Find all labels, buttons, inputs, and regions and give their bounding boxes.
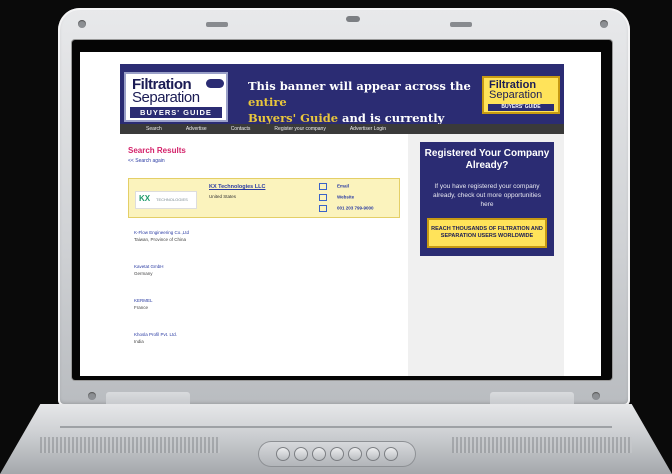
company-location: India [134,339,144,344]
logo-pill-icon [206,79,224,88]
nav-advertise[interactable]: Advertise [186,126,207,132]
company-name-link[interactable]: Kavetat GmbH [134,264,164,269]
company-country: United States [209,194,237,199]
media-buttons [258,441,416,467]
company-name-link[interactable]: KERMEL [134,298,153,303]
nav-contacts[interactable]: Contacts [231,126,251,132]
media-button[interactable] [384,447,398,461]
list-item[interactable]: Kavetat GmbH Germany [134,264,164,276]
promo-cta-button[interactable]: REACH THOUSANDS OF FILTRATION AND SEPARA… [427,218,547,248]
company-name-link[interactable]: KX Technologies LLC [209,184,265,190]
email-contact[interactable]: Email [319,183,349,190]
promo-heading: Registered Your Company Already? [424,148,550,171]
company-logo-sub: TECHNOLOGIES [156,197,188,202]
logo-line2: Separation [132,89,200,106]
promo-panel[interactable]: Registered Your Company Already? If you … [420,142,554,256]
webcam [346,16,360,22]
main-content: Search Results << Search again KX TECHNO… [120,134,564,376]
company-name-link[interactable]: K-Flow Engineering Co.,Ltd [134,230,189,235]
phone-contact: 001 203 799-9000 [319,205,374,212]
deck-edge [60,426,612,428]
company-location: France [134,305,149,310]
globe-icon [319,194,327,201]
web-page: Filtration Separation BUYERS' GUIDE This… [120,64,564,376]
latch [206,22,228,27]
media-button[interactable] [276,447,290,461]
latch [450,22,472,27]
banner-logo-small: Filtration Separation BUYERS' GUIDE [482,76,560,114]
company-location: Germany [134,271,153,276]
email-link[interactable]: Email [337,184,349,189]
small-logo-line2: Separation [489,89,543,101]
envelope-icon [319,183,327,190]
website-link[interactable]: Website [337,195,354,200]
speaker-grille-right [452,437,632,453]
tagline-highlight-guide: Buyers' Guide [248,111,339,125]
nav-register[interactable]: Register your company [274,126,325,132]
laptop-screen: Filtration Separation BUYERS' GUIDE This… [80,52,601,376]
website-contact[interactable]: Website [319,194,354,201]
top-nav: Search Advertise Contacts Register your … [120,124,564,134]
list-item[interactable]: Khosla Profil Pvt. Ltd. India [134,332,177,344]
featured-listing[interactable]: KX TECHNOLOGIES KX Technologies LLC Unit… [128,178,400,218]
tagline-text: This banner will appear across the [248,79,471,93]
screw [592,392,600,400]
media-button[interactable] [348,447,362,461]
nav-search[interactable]: Search [146,126,162,132]
promo-body: If you have registered your company alre… [433,183,541,208]
phone-icon [319,205,327,212]
company-logo[interactable]: KX TECHNOLOGIES [135,191,197,209]
company-location: Taiwan, Province of China [134,237,187,242]
screw [78,20,86,28]
media-button[interactable] [312,447,326,461]
header-banner[interactable]: Filtration Separation BUYERS' GUIDE This… [120,64,564,141]
site-logo[interactable]: Filtration Separation BUYERS' GUIDE [124,72,228,122]
search-again-link[interactable]: << Search again [128,158,165,164]
company-name-link[interactable]: Khosla Profil Pvt. Ltd. [134,332,177,337]
media-button[interactable] [366,447,380,461]
screw [88,392,96,400]
media-button[interactable] [330,447,344,461]
speaker-grille-left [40,437,220,453]
small-logo-badge: BUYERS' GUIDE [488,104,554,111]
phone-number: 001 203 799-9000 [337,205,374,211]
company-logo-text: KX [139,194,151,203]
logo-badge: BUYERS' GUIDE [130,107,222,118]
screw [600,20,608,28]
tagline-highlight: entire [248,95,287,109]
page-title: Search Results [128,146,186,155]
nav-advertiser-login[interactable]: Advertiser Login [350,126,386,132]
list-item[interactable]: K-Flow Engineering Co.,Ltd Taiwan, Provi… [134,230,189,242]
list-item[interactable]: KERMEL France [134,298,153,310]
media-button[interactable] [294,447,308,461]
